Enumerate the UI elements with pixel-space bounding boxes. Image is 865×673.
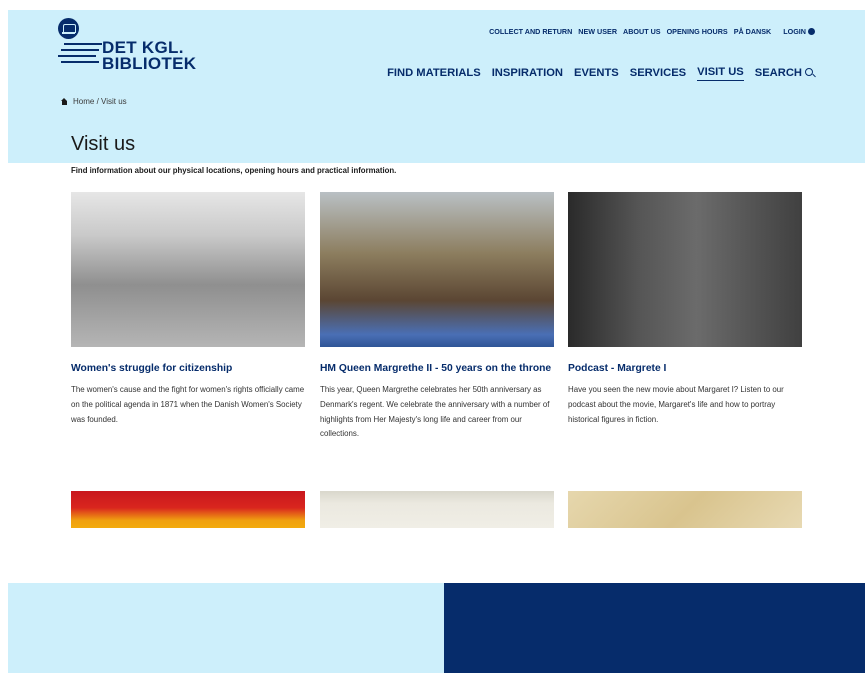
card-description: Have you seen the new movie about Margar… — [568, 385, 784, 424]
card-women-citizenship[interactable]: Women's struggle for citizenship The wom… — [71, 192, 305, 427]
card-image-suffrage-march[interactable] — [71, 192, 305, 347]
main-nav: FIND MATERIALS INSPIRATION EVENTS SERVIC… — [376, 66, 813, 81]
nav-visit-us[interactable]: VISIT US — [697, 66, 744, 81]
nav-search[interactable]: SEARCH — [755, 67, 813, 81]
crown-logo-icon — [58, 18, 79, 39]
breadcrumb-text[interactable]: Home / Visit us — [73, 97, 127, 106]
nav-find-materials[interactable]: FIND MATERIALS — [387, 67, 481, 81]
card-description: The women's cause and the fight for wome… — [71, 385, 305, 424]
card-title[interactable]: Women's struggle for citizenship — [71, 362, 305, 376]
card-image-poster[interactable] — [71, 491, 305, 533]
login-user-icon — [808, 28, 815, 35]
card-title[interactable]: Podcast - Margrete I — [568, 362, 802, 376]
header-band-left — [8, 116, 58, 163]
nav-inspiration[interactable]: INSPIRATION — [492, 67, 563, 81]
util-link-collect[interactable]: COLLECT AND RETURN — [489, 27, 572, 36]
util-link-hours[interactable]: OPENING HOURS — [667, 27, 728, 36]
card-title[interactable]: HM Queen Margrethe II - 50 years on the … — [320, 362, 554, 376]
util-link-danish[interactable]: PÅ DANSK — [734, 27, 772, 36]
logo-text: DET KGL. BIBLIOTEK — [102, 38, 197, 73]
page-intro: Find information about our physical loca… — [71, 166, 397, 175]
util-link-about[interactable]: ABOUT US — [623, 27, 661, 36]
nav-services[interactable]: SERVICES — [630, 67, 686, 81]
content-fade — [0, 528, 865, 583]
nav-events[interactable]: EVENTS — [574, 67, 619, 81]
card-image-manuscript[interactable] — [568, 491, 802, 533]
util-link-login[interactable]: LOGIN — [777, 27, 815, 36]
utility-nav: COLLECT AND RETURN NEW USER ABOUT US OPE… — [483, 27, 815, 36]
home-icon[interactable] — [61, 98, 68, 105]
card-description: This year, Queen Margrethe celebrates he… — [320, 385, 550, 439]
page-title: Visit us — [71, 133, 136, 155]
footer-dark-panel — [444, 583, 865, 673]
card-image-queen-portrait[interactable] — [320, 192, 554, 347]
footer-light-panel — [8, 583, 444, 673]
site-logo[interactable]: DET KGL. BIBLIOTEK — [58, 18, 198, 78]
card-podcast-margrete[interactable]: Podcast - Margrete I Have you seen the n… — [568, 192, 802, 427]
card-image-margrete-painting[interactable] — [568, 192, 802, 347]
breadcrumb: Home / Visit us — [61, 97, 127, 106]
search-icon — [805, 67, 813, 76]
header-band-right — [817, 116, 865, 154]
logo-lines — [58, 43, 102, 67]
card-image-document[interactable] — [320, 491, 554, 533]
card-queen-margrethe[interactable]: HM Queen Margrethe II - 50 years on the … — [320, 192, 554, 442]
util-link-new-user[interactable]: NEW USER — [578, 27, 617, 36]
